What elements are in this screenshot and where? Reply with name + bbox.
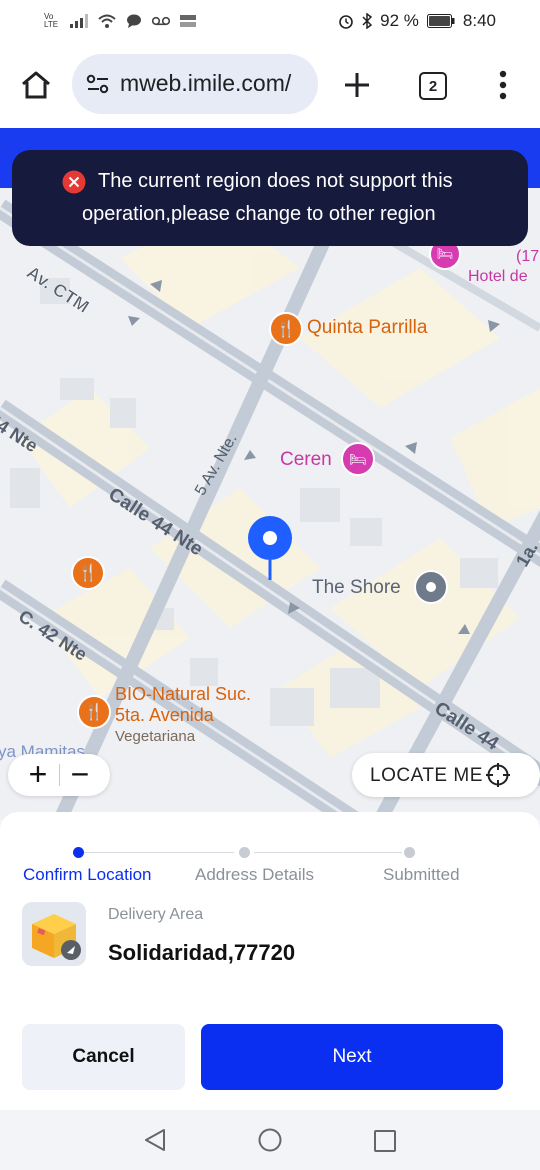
back-icon[interactable] [144,1128,166,1152]
home-nav-icon[interactable] [258,1128,282,1152]
hotel-marker[interactable]: 🛏 [341,442,375,476]
new-tab-icon[interactable] [344,72,370,98]
step-dot-1 [73,847,84,858]
bluetooth-icon [362,13,373,29]
crosshair-icon [486,763,510,787]
poi-marker[interactable] [414,570,448,604]
alarm-icon [339,15,353,29]
error-icon [62,170,86,194]
delivery-area-label: Delivery Area [108,906,204,923]
recents-icon[interactable] [374,1130,396,1152]
next-label: Next [332,1046,372,1067]
delivery-icon [22,902,86,966]
status-bar: Vo LTE 92 % 8:40 [0,0,540,42]
status-left-icons: Vo LTE [44,10,196,32]
url-text[interactable]: mweb.imile.com/ [120,70,291,97]
more-options-icon[interactable] [498,70,508,100]
step-label-address-details: Address Details [195,865,315,884]
volte-indicator: Vo LTE [44,12,59,29]
bottom-sheet: Confirm Location Address Details Submitt… [0,812,540,1110]
toast-message-line1: The current region does not support this [98,170,453,192]
toast-message-line2: operation,please change to other region [82,203,436,225]
status-right: 92 % 8:40 [338,10,496,32]
wifi-icon [98,14,116,28]
step-label-submitted: Submitted [383,865,460,884]
poi-label-the-shore[interactable]: The Shore [312,577,401,599]
site-settings-icon[interactable] [86,74,110,94]
chat-icon [127,14,141,28]
zoom-divider [59,764,60,786]
map-view[interactable]: Av. CTM 44 Nte 5 Av. Nte. Calle 44 Nte C… [0,188,540,820]
locate-me-label: LOCATE ME [370,765,483,786]
restaurant-label-bio-natural[interactable]: BIO-Natural Suc. 5ta. Avenida Vegetarian… [115,684,251,747]
cancel-label: Cancel [72,1046,135,1067]
restaurant-marker-bio[interactable]: 🍴 [77,695,111,729]
restaurant-marker-left[interactable]: 🍴 [71,556,105,590]
poi-dot-icon [426,582,436,592]
tab-switcher-button[interactable]: 2 [419,72,447,100]
home-icon[interactable] [20,70,52,100]
locate-me-button[interactable]: LOCATE ME [352,753,540,797]
step-track-1 [84,852,234,853]
battery-percent: 92 % [380,11,419,30]
hotel-label-partial: (17 [516,248,540,265]
battery-icon [426,14,455,28]
error-toast: The current region does not support this… [12,150,528,246]
location-pin-icon[interactable] [246,516,294,582]
bio-line1: BIO-Natural Suc. [115,684,252,704]
step-track-2 [254,852,402,853]
bio-sub: Vegetariana [115,728,196,745]
system-nav-bar [0,1110,540,1170]
data-speed-icon [180,15,196,27]
hotel-label-ceren[interactable]: Ceren [280,449,332,471]
zoom-out-button[interactable]: − [64,754,96,796]
restaurant-label-quinta-parrilla[interactable]: Quinta Parrilla [307,317,427,339]
next-button[interactable]: Next [201,1024,503,1090]
zoom-in-button[interactable]: + [22,754,54,796]
hotel-label-hotel-de[interactable]: Hotel de [468,268,528,286]
cancel-button[interactable]: Cancel [22,1024,185,1090]
bio-line2: 5ta. Avenida [115,705,214,725]
zoom-controls: + − [8,754,110,796]
step-dot-3 [404,847,415,858]
step-label-confirm-location: Confirm Location [23,865,152,884]
signal-icon [70,14,88,28]
step-dot-2 [239,847,250,858]
clock: 8:40 [462,11,496,30]
restaurant-marker[interactable]: 🍴 [269,312,303,346]
voicemail-icon [152,16,170,26]
tab-count: 2 [428,77,438,95]
package-icon [32,914,81,960]
delivery-area-value: Solidaridad,77720 [108,940,296,965]
